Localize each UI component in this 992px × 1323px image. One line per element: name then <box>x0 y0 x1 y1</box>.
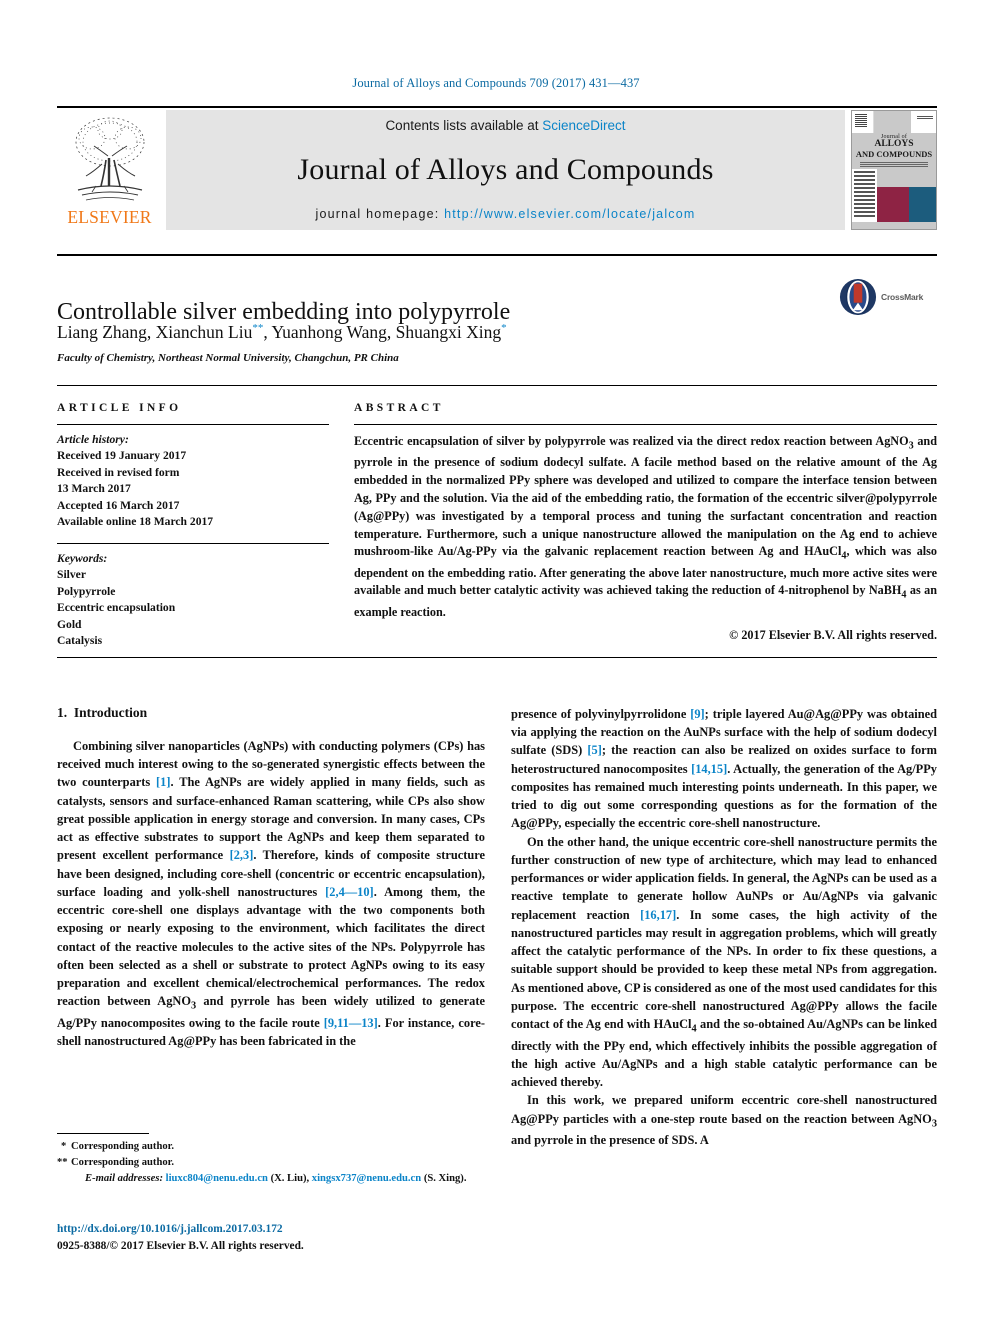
keywords-list: Keywords: Silver Polypyrrole Eccentric e… <box>57 544 329 650</box>
section-number: 1. <box>57 705 68 720</box>
homepage-line: journal homepage: http://www.elsevier.co… <box>315 207 695 221</box>
body-paragraph: In this work, we prepared uniform eccent… <box>511 1093 937 1148</box>
keyword-item: Silver <box>57 568 86 582</box>
email-link-xing[interactable]: xingsx737@nenu.edu.cn <box>312 1173 421 1184</box>
cover-subtitle-lines <box>852 160 936 170</box>
author-mark-xing[interactable]: * <box>501 322 507 334</box>
contents-line: Contents lists available at ScienceDirec… <box>385 118 625 133</box>
issn-copyright-line: 0925-8388/© 2017 Elsevier B.V. All right… <box>57 1239 304 1252</box>
authors-part1: Liang Zhang, Xianchun Liu <box>57 322 253 342</box>
homepage-prefix: journal homepage: <box>315 207 445 221</box>
crossmark-label: CrossMark <box>881 292 924 302</box>
article-history: Article history: Received 19 January 201… <box>57 425 329 531</box>
cover-footer-strip <box>852 222 936 229</box>
history-item: Accepted 16 March 2017 <box>57 498 180 512</box>
sciencedirect-link[interactable]: ScienceDirect <box>542 118 625 133</box>
section-title: Introduction <box>73 705 148 720</box>
article-info-heading: ARTICLE INFO <box>57 402 182 414</box>
authors-part2: , Yuanhong Wang, Shuangxi Xing <box>263 322 502 342</box>
history-item: Received 19 January 2017 <box>57 449 187 463</box>
journal-cover-thumbnail: Journal of ALLOYS AND COMPOUNDS <box>851 110 937 230</box>
cover-title-block: Journal of ALLOYS AND COMPOUNDS <box>852 133 936 161</box>
author-mark-liu[interactable]: ** <box>252 322 263 334</box>
cover-body <box>852 169 936 222</box>
cover-top-grey <box>873 111 911 133</box>
body-column-right: presence of polyvinylpyrrolidone [9]; tr… <box>511 705 937 1149</box>
elsevier-wordmark: ELSEVIER <box>67 207 152 227</box>
title-divider <box>57 254 937 256</box>
section-heading-introduction: 1. Introduction <box>57 705 485 721</box>
cover-right-blocks <box>909 169 936 222</box>
cover-center-blocks <box>877 169 910 222</box>
cover-title-line3: AND COMPOUNDS <box>855 148 933 159</box>
email-owner-liu: (X. Liu), <box>270 1172 310 1184</box>
corresponding-author-2-text: Corresponding author. <box>71 1156 175 1168</box>
corresponding-author-1: * Corresponding author. <box>57 1139 497 1155</box>
masthead-top-rule <box>57 106 937 108</box>
email-owner-xing: (S. Xing). <box>423 1172 467 1184</box>
author-list: Liang Zhang, Xianchun Liu**, Yuanhong Wa… <box>57 322 817 343</box>
keyword-item: Gold <box>57 617 82 631</box>
crossmark-icon[interactable] <box>839 278 877 316</box>
cover-top-text <box>910 111 936 133</box>
body-paragraph: On the other hand, the unique eccentric … <box>511 834 937 1090</box>
keywords-label: Keywords: <box>57 551 108 565</box>
keyword-item: Catalysis <box>57 633 103 647</box>
info-top-rule <box>57 385 937 386</box>
elsevier-tree-icon <box>75 117 144 201</box>
history-item: 13 March 2017 <box>57 482 131 496</box>
footnotes-block: * Corresponding author. ** Corresponding a… <box>57 1139 497 1187</box>
corresponding-author-2: ** Corresponding author. <box>57 1155 497 1171</box>
abstract-heading: ABSTRACT <box>354 402 444 414</box>
history-label: Article history: <box>57 433 129 446</box>
footnote-mark-single: * <box>61 1141 67 1152</box>
cover-top-strip <box>852 111 936 133</box>
masthead-center: Contents lists available at ScienceDirec… <box>166 110 845 230</box>
footnote-mark-double: ** <box>57 1156 68 1168</box>
running-head: Journal of Alloys and Compounds 709 (201… <box>352 76 640 90</box>
cover-toc-lines <box>852 169 878 222</box>
journal-masthead: ELSEVIER Contents lists available at Sci… <box>57 110 937 230</box>
elsevier-logo: ELSEVIER <box>57 110 162 230</box>
homepage-url-link[interactable]: http://www.elsevier.com/locate/jalcom <box>444 207 695 221</box>
keyword-item: Polypyrrole <box>57 584 116 598</box>
corresponding-author-1-text: Corresponding author. <box>71 1141 175 1152</box>
paper-page: Journal of Alloys and Compounds 709 (201… <box>0 0 992 1323</box>
contents-prefix: Contents lists available at <box>385 118 543 133</box>
email-link-liu[interactable]: liuxc804@nenu.edu.cn <box>166 1173 268 1184</box>
doi-block: http://dx.doi.org/10.1016/j.jallcom.2017… <box>57 1221 517 1254</box>
email-addresses: E-mail addresses: liuxc804@nenu.edu.cn (… <box>57 1171 497 1187</box>
article-info-column: ARTICLE INFO Article history: Received 1… <box>57 396 329 649</box>
crossmark-badge-container[interactable]: CrossMark <box>839 277 935 317</box>
abstract-text: Eccentric encapsulation of silver by pol… <box>354 434 938 619</box>
body-paragraph: presence of polyvinylpyrrolidone [9]; tr… <box>511 707 937 831</box>
body-column-left: 1. Introduction Combining silver nanopar… <box>57 705 485 1050</box>
keyword-item: Eccentric encapsulation <box>57 601 176 615</box>
journal-title: Journal of Alloys and Compounds <box>297 153 714 187</box>
body-top-rule <box>57 657 937 658</box>
email-label: E-mail addresses: <box>85 1172 163 1184</box>
abstract-column: ABSTRACT Eccentric encapsulation of silv… <box>354 396 937 643</box>
doi-link[interactable]: http://dx.doi.org/10.1016/j.jallcom.2017… <box>57 1221 517 1238</box>
history-item: Received in revised form <box>57 465 180 479</box>
affiliation: Faculty of Chemistry, Northeast Normal U… <box>57 352 399 364</box>
history-item: Available online 18 March 2017 <box>57 515 214 529</box>
footnote-rule <box>57 1133 149 1134</box>
cover-barcode <box>852 111 874 133</box>
body-paragraph: Combining silver nanoparticles (AgNPs) w… <box>57 739 486 1049</box>
abstract-copyright: © 2017 Elsevier B.V. All rights reserved… <box>729 627 937 642</box>
